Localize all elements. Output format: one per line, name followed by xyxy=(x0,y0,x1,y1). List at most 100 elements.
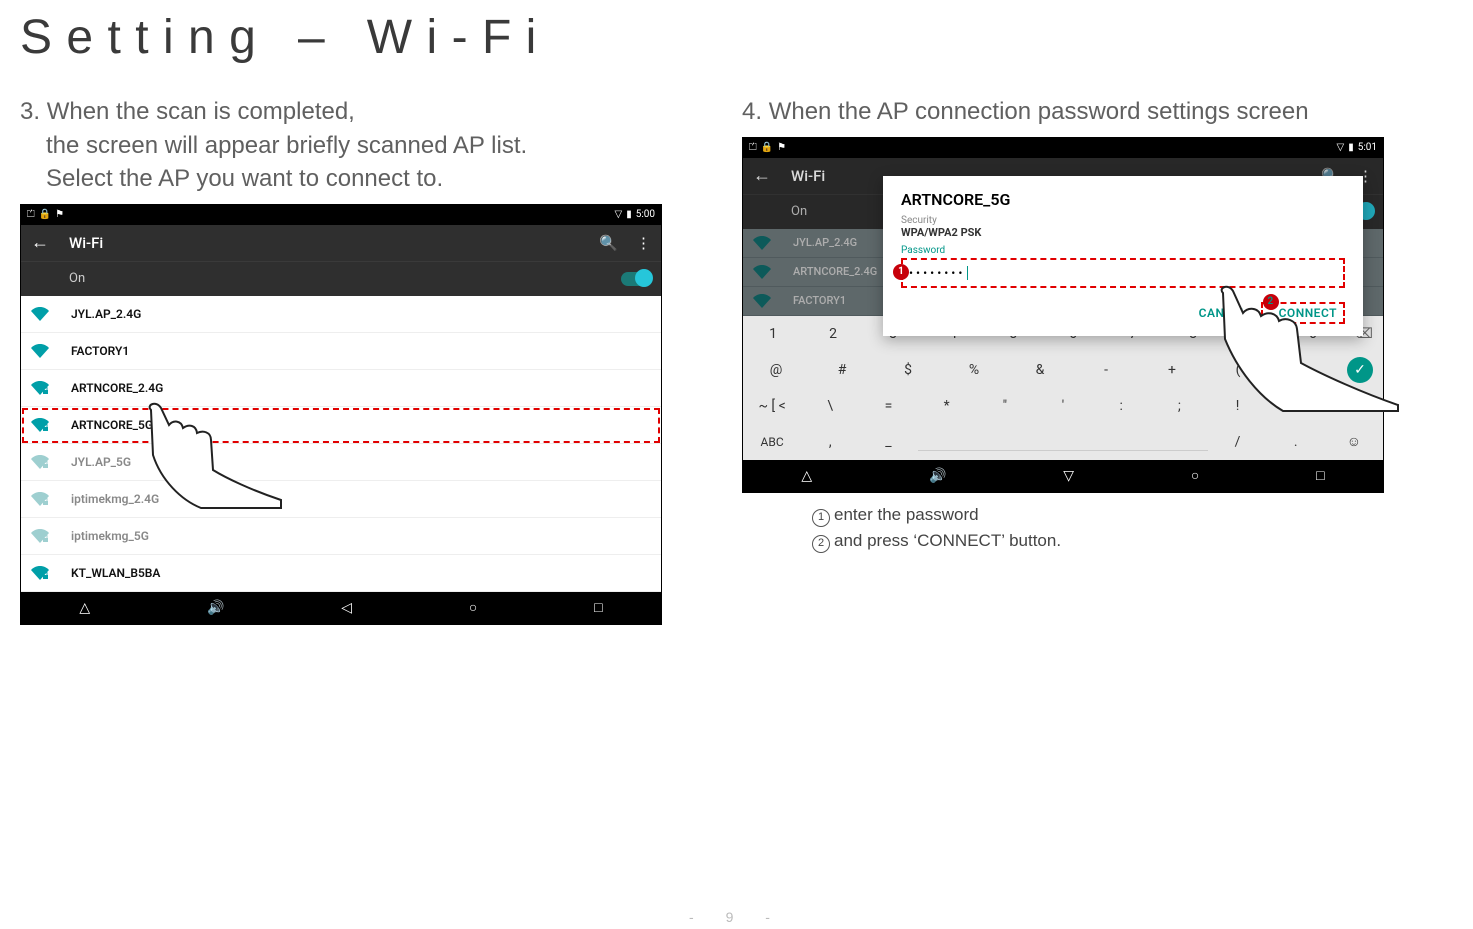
kb-key[interactable]: " xyxy=(976,398,1034,414)
kb-key[interactable]: \ xyxy=(801,398,859,414)
wifi-signal-icon xyxy=(31,492,49,506)
on-label: On xyxy=(69,271,85,286)
debug-icon: ⚑ xyxy=(777,142,786,153)
kb-key[interactable]: * xyxy=(918,398,976,414)
kb-key[interactable]: ( xyxy=(1205,362,1271,378)
nav-recent-icon[interactable]: □ xyxy=(594,599,602,616)
ap-row[interactable]: KT_WLAN_B5BA xyxy=(21,555,661,592)
nav-back-icon[interactable]: ◁ xyxy=(341,600,352,616)
kb-key[interactable]: 1 xyxy=(743,326,803,342)
wifi-signal-icon xyxy=(31,307,49,321)
kb-key[interactable]: = xyxy=(859,398,917,414)
page-footer: - 9 - xyxy=(0,909,1473,925)
kb-key[interactable]: ' xyxy=(1034,398,1092,414)
wifi-signal-icon xyxy=(753,294,771,308)
kb-key[interactable]: ~ [ < xyxy=(743,398,801,414)
phone-screenshot-right: ⏍🔒⚑ ▽▮5:01 ← Wi-Fi 🔍 ⋮ On JYL.AP_2.4GART… xyxy=(742,137,1384,493)
step-3-number: 3. xyxy=(20,98,40,125)
nav-back-icon[interactable]: ▽ xyxy=(1063,468,1074,484)
kb-key[interactable]: ! xyxy=(1209,398,1267,414)
ap-row[interactable]: iptimekmg_5G xyxy=(21,518,661,555)
phone-screenshot-left: ⏍🔒⚑ ▽▮5:00 ← Wi-Fi 🔍 ⋮ On JYL.AP_2.4GFAC… xyxy=(20,204,662,625)
wifi-signal-icon xyxy=(31,455,49,469)
ap-name: KT_WLAN_B5BA xyxy=(71,566,160,580)
battery-icon: ▮ xyxy=(626,209,632,220)
kb-key[interactable]: ? xyxy=(1267,398,1325,414)
nav-recent-icon[interactable]: □ xyxy=(1316,467,1324,484)
kb-comma[interactable]: , xyxy=(801,434,859,450)
kb-key[interactable]: & xyxy=(1007,362,1073,378)
usb-icon: ⏍ xyxy=(27,209,35,220)
nav-bar: △ 🔊 ◁ ○ □ xyxy=(21,592,661,624)
on-label: On xyxy=(791,204,807,219)
kb-emoji-icon[interactable]: ☺ xyxy=(1325,433,1383,450)
kb-key[interactable]: % xyxy=(941,362,1007,378)
ap-name: iptimekmg_2.4G xyxy=(71,492,159,506)
status-bar: ⏍🔒⚑ ▽▮5:00 xyxy=(21,205,661,225)
kb-key[interactable]: ) xyxy=(1271,362,1337,378)
overflow-icon[interactable]: ⋮ xyxy=(636,234,651,252)
step-3-text: 3. When the scan is completed, the scree… xyxy=(20,95,662,196)
status-left-icons: ⏍🔒⚑ xyxy=(27,209,68,220)
cancel-button[interactable]: CANCEL xyxy=(1199,306,1247,320)
kb-underscore[interactable]: _ xyxy=(859,434,917,450)
kb-key[interactable]: 2 xyxy=(803,326,863,342)
back-icon[interactable]: ← xyxy=(31,232,49,253)
note-2-icon: 2 xyxy=(812,535,830,553)
nav-up-icon[interactable]: △ xyxy=(801,468,812,484)
battery-icon: ▮ xyxy=(1348,142,1354,153)
connect-button[interactable]: CONNECT xyxy=(1279,306,1337,320)
wifi-toggle[interactable] xyxy=(621,272,651,286)
note-2-text: and press ‘CONNECT’ button. xyxy=(834,531,1061,550)
appbar-title: Wi-Fi xyxy=(69,234,581,252)
kb-key[interactable]: ; xyxy=(1150,398,1208,414)
kb-key[interactable]: : xyxy=(1092,398,1150,414)
kb-key[interactable]: + xyxy=(1139,362,1205,378)
ap-row[interactable]: JYL.AP_5G xyxy=(21,444,661,481)
kb-key[interactable]: # xyxy=(809,362,875,378)
nav-volume-icon[interactable]: 🔊 xyxy=(207,600,224,616)
wifi-signal-icon xyxy=(31,566,49,580)
kb-abc[interactable]: ABC xyxy=(743,435,801,449)
kb-key[interactable]: $ xyxy=(875,362,941,378)
step-3-column: 3. When the scan is completed, the scree… xyxy=(20,95,662,625)
kb-key[interactable]: ~ [ < xyxy=(1325,398,1383,414)
clock-text: 5:00 xyxy=(636,209,655,220)
kb-key[interactable]: @ xyxy=(743,362,809,378)
ap-row[interactable]: iptimekmg_2.4G xyxy=(21,481,661,518)
lock-icon: 🔒 xyxy=(39,209,51,220)
wifi-signal-icon xyxy=(31,381,49,395)
kb-key[interactable]: - xyxy=(1073,362,1139,378)
password-input[interactable]: 1 •••••••• xyxy=(901,258,1345,288)
ap-row[interactable]: JYL.AP_2.4G xyxy=(21,296,661,333)
kb-slash[interactable]: / xyxy=(1208,434,1266,450)
note-1-text: enter the password xyxy=(834,505,979,524)
wifi-signal-icon xyxy=(31,529,49,543)
nav-home-icon[interactable]: ○ xyxy=(469,599,477,616)
ap-name: ARTNCORE_2.4G xyxy=(793,265,877,278)
kb-row: ~ [ <\=*"':;!?~ [ < xyxy=(743,388,1383,424)
ap-row[interactable]: ARTNCORE_2.4G xyxy=(21,370,661,407)
kb-dot[interactable]: . xyxy=(1267,434,1325,450)
kb-space[interactable] xyxy=(918,450,1209,451)
kb-row: @#$%&-+() ✓ xyxy=(743,352,1383,388)
back-icon[interactable]: ← xyxy=(753,165,771,186)
wifi-signal-icon xyxy=(31,418,49,432)
nav-volume-icon[interactable]: 🔊 xyxy=(929,468,946,484)
ap-row[interactable]: ARTNCORE_5G xyxy=(21,407,661,444)
soft-keyboard: 1234567890⌫ @#$%&-+()✓ ~ [ <\=*"':;!?~ [… xyxy=(743,316,1383,460)
wifi-outline-icon: ▽ xyxy=(1336,142,1344,153)
clock-text: 5:01 xyxy=(1358,142,1377,153)
nav-bar: △ 🔊 ▽ ○ □ xyxy=(743,460,1383,492)
search-icon[interactable]: 🔍 xyxy=(599,234,618,252)
app-bar: ← Wi-Fi 🔍 ⋮ xyxy=(21,225,661,261)
ap-name: JYL.AP_2.4G xyxy=(71,307,141,321)
kb-enter-icon[interactable]: ✓ xyxy=(1347,357,1373,383)
wifi-toggle-row: On xyxy=(21,261,661,296)
ap-list: JYL.AP_2.4G FACTORY1 ARTNCORE_2.4G ARTNCORE… xyxy=(21,296,661,592)
nav-home-icon[interactable]: ○ xyxy=(1191,467,1199,484)
nav-up-icon[interactable]: △ xyxy=(79,600,90,616)
ap-row[interactable]: FACTORY1 xyxy=(21,333,661,370)
ap-name: FACTORY1 xyxy=(793,294,846,307)
ap-name: ARTNCORE_2.4G xyxy=(71,381,163,395)
